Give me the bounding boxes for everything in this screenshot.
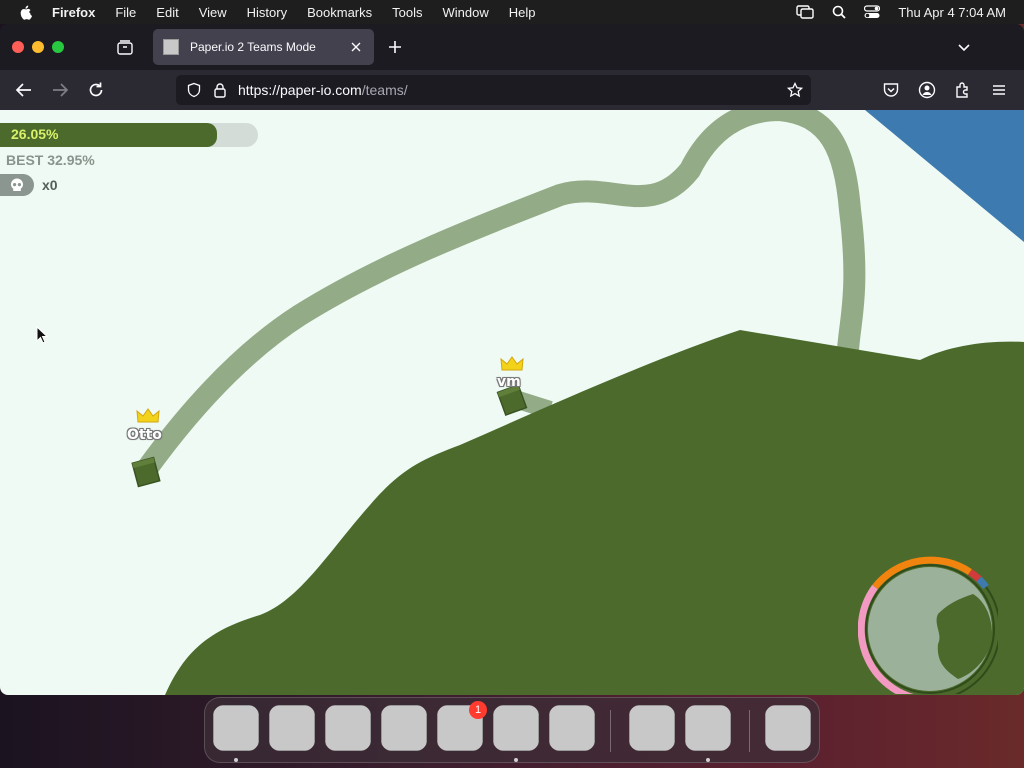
url-host: https://paper-io.com: [238, 82, 362, 98]
territory-percent: 26.05%: [11, 126, 59, 142]
minimap: [858, 556, 998, 694]
url-bar[interactable]: https://paper-io.com/teams/: [176, 75, 811, 105]
player-name-vm: vm: [497, 374, 521, 390]
best-score: BEST 32.95%: [6, 152, 95, 168]
apple-menu-icon[interactable]: [18, 4, 34, 20]
menu-edit[interactable]: Edit: [156, 5, 178, 20]
firefox-view-icon[interactable]: [116, 38, 134, 56]
running-indicator: [514, 758, 518, 762]
app-store-icon[interactable]: [381, 705, 427, 751]
enemy-territory: [865, 110, 1024, 242]
menu-tools[interactable]: Tools: [392, 5, 422, 20]
tab-bar: Paper.io 2 Teams Mode: [0, 24, 1024, 70]
dock-separator: [749, 710, 750, 752]
vscode-icon[interactable]: [549, 705, 595, 751]
trash-icon[interactable]: [765, 705, 811, 751]
close-tab-icon[interactable]: [348, 39, 364, 55]
url-path: /teams/: [361, 82, 408, 98]
menu-bar: Firefox File Edit View History Bookmarks…: [0, 0, 1024, 24]
navigation-toolbar: https://paper-io.com/teams/: [0, 70, 1024, 110]
mouse-cursor-icon: [36, 326, 48, 344]
reload-icon[interactable]: [86, 80, 106, 100]
bookmark-star-icon[interactable]: [787, 82, 803, 98]
finder-icon[interactable]: [213, 705, 259, 751]
menu-clock[interactable]: Thu Apr 4 7:04 AM: [898, 5, 1006, 20]
control-center-icon[interactable]: [864, 5, 881, 19]
menu-window[interactable]: Window: [443, 5, 489, 20]
settings-notification-badge: 1: [469, 701, 487, 719]
running-indicator: [706, 758, 710, 762]
crown-icon: [136, 408, 160, 423]
tab-paperio[interactable]: Paper.io 2 Teams Mode: [153, 29, 374, 65]
account-icon[interactable]: [918, 81, 936, 99]
bluestacks-icon[interactable]: [685, 705, 731, 751]
launchpad-icon[interactable]: [269, 705, 315, 751]
chevron-down-icon[interactable]: [956, 39, 972, 55]
screen-mirroring-icon[interactable]: [796, 5, 815, 19]
safari-icon[interactable]: [325, 705, 371, 751]
visual-studio-icon[interactable]: [629, 705, 675, 751]
url-text[interactable]: https://paper-io.com/teams/: [238, 82, 408, 98]
menu-view[interactable]: View: [199, 5, 227, 20]
dock: 1: [204, 697, 820, 763]
kill-counter: x0: [0, 174, 58, 196]
paperio-game-canvas[interactable]: 26.05% BEST 32.95% x0 Otto vm: [0, 110, 1024, 695]
skull-icon: [0, 174, 34, 196]
firefox-icon[interactable]: [493, 705, 539, 751]
tab-title: Paper.io 2 Teams Mode: [190, 40, 316, 54]
territory-progress-bar: 26.05%: [0, 123, 258, 147]
kill-count: x0: [42, 177, 58, 193]
extensions-icon[interactable]: [954, 81, 972, 99]
forward-arrow-icon[interactable]: [50, 80, 70, 100]
hamburger-menu-icon[interactable]: [990, 81, 1008, 99]
window-close-button[interactable]: [12, 41, 24, 53]
window-zoom-button[interactable]: [52, 41, 64, 53]
firefox-window: Paper.io 2 Teams Mode https://paper-io.c…: [0, 24, 1024, 695]
running-indicator: [234, 758, 238, 762]
menu-help[interactable]: Help: [509, 5, 536, 20]
paperio-favicon: [163, 39, 179, 55]
pocket-icon[interactable]: [882, 81, 900, 99]
player-name-otto: Otto: [127, 427, 162, 443]
spotlight-search-icon[interactable]: [832, 5, 846, 19]
new-tab-icon[interactable]: [386, 38, 404, 56]
menu-bookmarks[interactable]: Bookmarks: [307, 5, 372, 20]
crown-icon: [500, 356, 524, 371]
window-minimize-button[interactable]: [32, 41, 44, 53]
menu-app-name[interactable]: Firefox: [52, 5, 95, 20]
menu-file[interactable]: File: [115, 5, 136, 20]
dock-separator: [610, 710, 611, 752]
menu-history[interactable]: History: [247, 5, 287, 20]
tracking-protection-shield-icon[interactable]: [186, 82, 202, 98]
back-arrow-icon[interactable]: [14, 80, 34, 100]
lock-icon[interactable]: [212, 82, 228, 98]
